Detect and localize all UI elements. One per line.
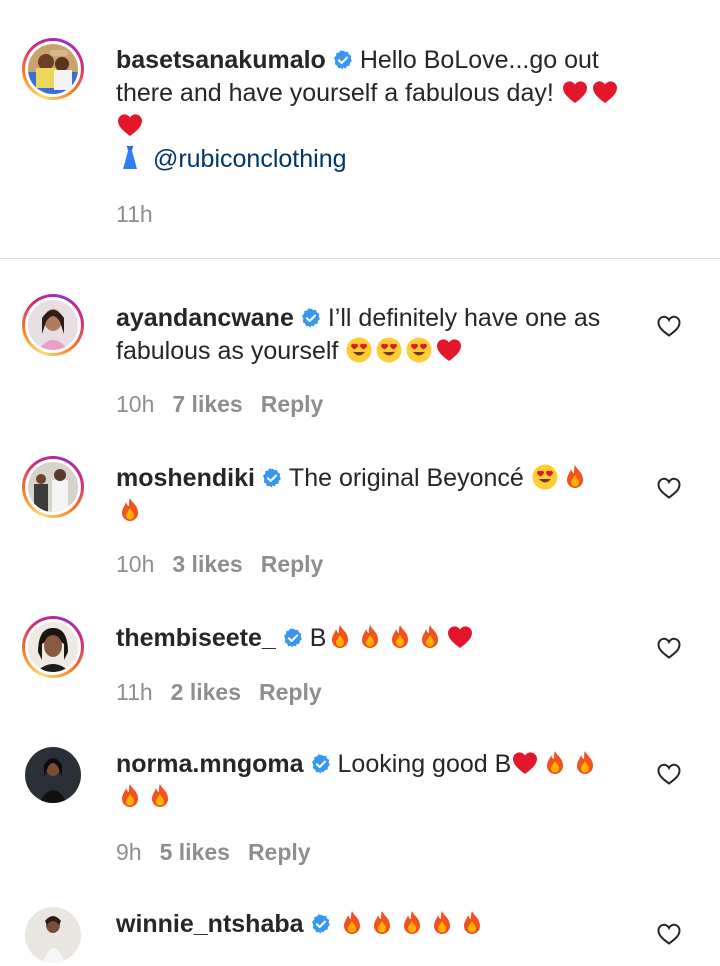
comment-body: Looking good B	[337, 750, 512, 778]
verified-badge-icon	[300, 307, 322, 329]
red-heart-emoji-icon	[561, 78, 589, 106]
caption-meta: 11h	[116, 200, 171, 228]
fire-emoji-icon	[368, 909, 396, 937]
reply-button[interactable]: Reply	[261, 391, 324, 417]
comment-meta: 10h 3 likes Reply	[116, 550, 341, 578]
avatar-norma-mngoma[interactable]	[22, 744, 84, 806]
caption-username[interactable]: basetsanakumalo	[116, 46, 326, 74]
comment-meta: 10h 7 likes Reply	[116, 390, 341, 418]
heart-eyes-emoji-icon	[531, 463, 559, 491]
fire-emoji-icon	[116, 782, 144, 810]
fire-emoji-icon	[458, 909, 486, 937]
comment-username[interactable]: norma.mngoma	[116, 750, 304, 778]
avatar-moshendiki[interactable]	[22, 456, 84, 518]
verified-badge-icon	[332, 49, 354, 71]
comment-meta: 11h 2 likes Reply	[116, 678, 340, 706]
comment-item: thembiseete_ B 11h 2 likes Reply	[0, 612, 720, 722]
reply-button[interactable]: Reply	[261, 551, 324, 577]
verified-badge-icon	[310, 753, 332, 775]
verified-badge-icon	[261, 467, 283, 489]
comment-likes-count[interactable]: 7 likes	[172, 391, 242, 417]
like-heart-icon[interactable]	[656, 636, 682, 660]
comment-meta: 9h 5 likes Reply	[116, 838, 329, 866]
avatar-winnie-ntshaba[interactable]	[22, 904, 84, 966]
fire-emoji-icon	[116, 496, 144, 524]
comment-text: ayandancwane I’ll definitely have one as …	[116, 302, 646, 368]
comment-body: B	[309, 624, 327, 652]
verified-badge-icon	[282, 627, 304, 649]
comment-likes-count[interactable]: 3 likes	[172, 551, 242, 577]
avatar-photo	[28, 300, 78, 350]
comment-body: The original Beyoncé	[288, 464, 524, 492]
comment-text: thembiseete_ B	[116, 622, 646, 655]
heart-eyes-emoji-icon	[345, 336, 373, 364]
comment-username[interactable]: thembiseete_	[116, 624, 276, 652]
fire-emoji-icon	[541, 749, 569, 777]
like-heart-icon[interactable]	[656, 476, 682, 500]
comment-timestamp: 9h	[116, 839, 142, 865]
like-heart-icon[interactable]	[656, 762, 682, 786]
comment-text: norma.mngoma Looking good B	[116, 748, 646, 814]
red-heart-emoji-icon	[591, 78, 619, 106]
fire-emoji-icon	[561, 463, 589, 491]
fire-emoji-icon	[356, 623, 384, 651]
heart-eyes-emoji-icon	[405, 336, 433, 364]
avatar-photo	[25, 747, 81, 803]
mention-link[interactable]: @rubiconclothing	[153, 145, 347, 173]
fire-emoji-icon	[386, 623, 414, 651]
comment-username[interactable]: winnie_ntshaba	[116, 910, 304, 938]
comment-item: winnie_ntshaba	[0, 904, 720, 963]
comment-text: winnie_ntshaba	[116, 908, 646, 941]
avatar-photo	[28, 462, 78, 512]
comment-timestamp: 10h	[116, 551, 155, 577]
fire-emoji-icon	[146, 782, 174, 810]
fire-emoji-icon	[428, 909, 456, 937]
like-heart-icon[interactable]	[656, 922, 682, 946]
fire-emoji-icon	[571, 749, 599, 777]
comment-username[interactable]: ayandancwane	[116, 304, 294, 332]
fire-emoji-icon	[326, 623, 354, 651]
like-heart-icon[interactable]	[656, 314, 682, 338]
caption-text: basetsanakumalo Hello BoLove...go out the…	[116, 44, 646, 176]
red-heart-emoji-icon	[446, 623, 474, 651]
caption-divider	[0, 258, 720, 259]
red-heart-emoji-icon	[435, 336, 463, 364]
fire-emoji-icon	[338, 909, 366, 937]
comment-item: moshendiki The original Beyoncé 10h 3 like…	[0, 452, 720, 592]
fire-emoji-icon	[398, 909, 426, 937]
fire-emoji-icon	[416, 623, 444, 651]
avatar-basetsanakumalo[interactable]	[22, 38, 84, 100]
dress-emoji-icon	[116, 144, 144, 172]
avatar-photo	[28, 44, 78, 94]
comment-item: norma.mngoma Looking good B 9h 5 likes Repl…	[0, 744, 720, 884]
reply-button[interactable]: Reply	[248, 839, 311, 865]
avatar-ayandancwane[interactable]	[22, 294, 84, 356]
comment-likes-count[interactable]: 2 likes	[171, 679, 241, 705]
heart-eyes-emoji-icon	[375, 336, 403, 364]
red-heart-emoji-icon	[511, 749, 539, 777]
reply-button[interactable]: Reply	[259, 679, 322, 705]
comment-item: ayandancwane I’ll definitely have one as …	[0, 290, 720, 430]
avatar-thembiseete[interactable]	[22, 616, 84, 678]
comment-username[interactable]: moshendiki	[116, 464, 255, 492]
verified-badge-icon	[310, 913, 332, 935]
post-caption: basetsanakumalo Hello BoLove...go out the…	[0, 0, 720, 258]
red-heart-emoji-icon	[116, 111, 144, 139]
comment-timestamp: 11h	[116, 679, 153, 705]
comment-likes-count[interactable]: 5 likes	[160, 839, 230, 865]
comment-text: moshendiki The original Beyoncé	[116, 462, 646, 528]
caption-timestamp: 11h	[116, 201, 153, 227]
avatar-photo	[28, 622, 78, 672]
comment-timestamp: 10h	[116, 391, 155, 417]
